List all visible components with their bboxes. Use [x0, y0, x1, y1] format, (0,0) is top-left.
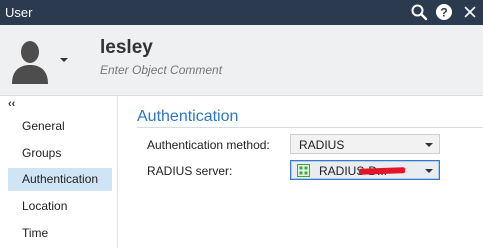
auth-method-select[interactable]: RADIUS: [290, 134, 440, 154]
window-titlebar: User ?: [0, 0, 483, 25]
window-title: User: [5, 5, 33, 20]
avatar-menu-caret-icon[interactable]: [60, 53, 68, 62]
user-name: lesley: [100, 37, 153, 58]
close-icon[interactable]: [461, 3, 479, 21]
radius-server-select[interactable]: RADIUS-D...: [290, 160, 440, 180]
sidebar-item-label: Location: [22, 199, 68, 213]
sidebar-item-label: Time: [22, 226, 49, 240]
sidebar: ‹‹ General Groups Authentication Locatio…: [0, 96, 118, 248]
sidebar-item-location[interactable]: Location: [8, 195, 112, 218]
main-content: Authentication Authentication method: RA…: [119, 96, 483, 248]
auth-method-label: Authentication method:: [147, 138, 270, 152]
sidebar-item-general[interactable]: General: [8, 115, 112, 138]
sidebar-item-label: Authentication: [22, 172, 99, 186]
chevron-down-icon: [425, 165, 433, 175]
section-title: Authentication: [137, 108, 239, 125]
sidebar-item-groups[interactable]: Groups: [8, 142, 112, 165]
svg-text:?: ?: [440, 6, 447, 20]
sidebar-item-authentication[interactable]: Authentication: [8, 168, 112, 191]
object-comment-field[interactable]: Enter Object Comment: [100, 63, 222, 77]
collapse-sidebar-icon[interactable]: ‹‹: [8, 98, 15, 110]
section-divider: [137, 127, 483, 128]
sidebar-item-label: Groups: [22, 146, 62, 160]
radius-server-label: RADIUS server:: [147, 164, 233, 178]
radius-server-icon: [297, 164, 310, 177]
user-avatar-icon[interactable]: [10, 38, 50, 86]
auth-method-value: RADIUS: [299, 138, 345, 152]
sidebar-item-label: General: [22, 119, 65, 133]
object-header: lesley Enter Object Comment: [0, 25, 483, 95]
help-icon[interactable]: ?: [435, 3, 453, 21]
chevron-down-icon: [425, 139, 433, 149]
search-icon[interactable]: [410, 3, 428, 21]
sidebar-item-time[interactable]: Time: [8, 222, 112, 245]
redaction-mark: [358, 167, 406, 175]
